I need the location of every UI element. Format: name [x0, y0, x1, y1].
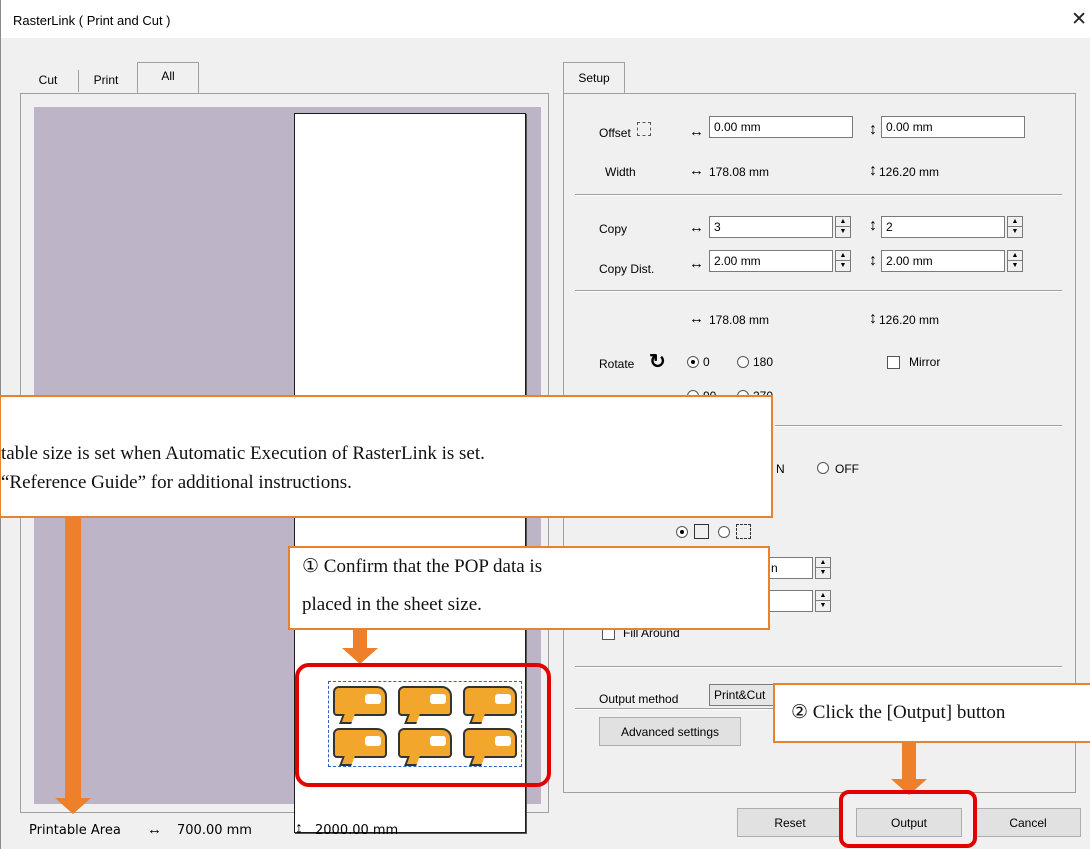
output-method-label: Output method: [599, 692, 679, 706]
output-button-highlight: [839, 790, 977, 848]
off-label: OFF: [835, 462, 859, 476]
note-callout: table size is set when Automatic Executi…: [0, 395, 773, 518]
copy-dist-label: Copy Dist.: [599, 262, 655, 276]
copy-x-field[interactable]: 3: [709, 216, 833, 238]
tab-setup[interactable]: Setup: [563, 62, 625, 94]
spin-down-icon[interactable]: ▼: [836, 261, 850, 271]
printable-x-value: 700.00 mm: [177, 823, 252, 838]
tab-divider: [78, 70, 79, 92]
copy-y-field[interactable]: 2: [881, 216, 1005, 238]
width-x-value: 178.08 mm: [709, 165, 770, 179]
vertical-arrow-icon: ↕: [869, 162, 877, 179]
mark-size-field[interactable]: n: [767, 557, 813, 579]
mirror-label: Mirror: [909, 355, 941, 369]
horizontal-arrow-icon: ↔: [689, 123, 704, 140]
rasterlink-window: RasterLink ( Print and Cut ) ✕ Cut Print…: [0, 0, 1090, 849]
spin-down-icon[interactable]: ▼: [816, 601, 830, 611]
copy-y-stepper[interactable]: ▲ ▼: [1007, 216, 1023, 238]
mark-size-stepper[interactable]: ▲ ▼: [815, 557, 831, 579]
tab-all[interactable]: All: [137, 62, 199, 94]
step1-arrow-shaft: [353, 630, 367, 650]
step2-callout: ② Click the [Output] button: [773, 683, 1090, 743]
spin-up-icon[interactable]: ▲: [1008, 217, 1022, 227]
rotate-icon: ↻: [649, 351, 666, 373]
step2-arrow-shaft: [902, 743, 916, 781]
annotation-arrow-shaft: [65, 515, 81, 800]
horizontal-arrow-icon: ↔: [689, 310, 704, 327]
step1-line-1: ① Confirm that the POP data is: [302, 556, 543, 577]
title-bar: RasterLink ( Print and Cut ) ✕: [1, 0, 1090, 38]
vertical-arrow-icon: ↕: [869, 121, 877, 138]
mark-type-1-icon: [694, 524, 709, 539]
mark-dist-stepper[interactable]: ▲ ▼: [815, 590, 831, 612]
close-icon[interactable]: ✕: [1071, 8, 1087, 31]
horizontal-arrow-icon: ↔: [147, 821, 162, 838]
spin-down-icon[interactable]: ▼: [816, 568, 830, 578]
off-radio[interactable]: [817, 462, 829, 474]
step1-line-2: placed in the sheet size.: [302, 594, 482, 615]
vertical-arrow-icon: ↕: [869, 252, 877, 269]
step1-arrow-head: [342, 648, 378, 664]
annotation-arrow-head: [55, 798, 91, 814]
pop-data-highlight: [295, 663, 551, 787]
divider: [575, 708, 775, 710]
copy-dist-x-field[interactable]: 2.00 mm: [709, 250, 833, 272]
offset-label: Offset: [599, 126, 631, 140]
mark-type-radio-1[interactable]: [676, 526, 688, 538]
spin-up-icon[interactable]: ▲: [816, 558, 830, 568]
offset-x-field[interactable]: 0.00 mm: [709, 116, 853, 138]
mark-dist-field[interactable]: [767, 590, 813, 612]
rotate-label: Rotate: [599, 357, 635, 371]
total-x-value: 178.08 mm: [709, 313, 770, 327]
spin-up-icon[interactable]: ▲: [816, 591, 830, 601]
on-label: N: [776, 462, 785, 476]
printable-y-value: 2000.00 mm: [315, 823, 399, 838]
advanced-settings-button[interactable]: Advanced settings: [599, 717, 741, 746]
width-label: Width: [605, 165, 636, 179]
divider: [575, 290, 1062, 292]
width-y-value: 126.20 mm: [879, 165, 940, 179]
spin-up-icon[interactable]: ▲: [836, 251, 850, 261]
cancel-button[interactable]: Cancel: [975, 808, 1081, 837]
offset-y-field[interactable]: 0.00 mm: [881, 116, 1025, 138]
vertical-arrow-icon: ↕: [869, 217, 877, 234]
printable-area-label: Printable Area: [29, 823, 121, 838]
horizontal-arrow-icon: ↔: [689, 219, 704, 236]
copy-dist-x-stepper[interactable]: ▲ ▼: [835, 250, 851, 272]
rotate-0-label: 0: [703, 355, 710, 369]
rotate-180-radio[interactable]: [737, 356, 749, 368]
divider: [575, 194, 1062, 196]
spin-down-icon[interactable]: ▼: [1008, 227, 1022, 237]
spin-down-icon[interactable]: ▼: [1008, 261, 1022, 271]
note-line-1: table size is set when Automatic Executi…: [1, 443, 485, 464]
horizontal-arrow-icon: ↔: [689, 162, 704, 179]
vertical-arrow-icon: ↕: [295, 820, 303, 837]
copy-dist-y-field[interactable]: 2.00 mm: [881, 250, 1005, 272]
vertical-arrow-icon: ↕: [869, 310, 877, 327]
divider: [575, 666, 1062, 668]
spin-down-icon[interactable]: ▼: [836, 227, 850, 237]
mark-type-2-icon: [736, 524, 751, 539]
window-title: RasterLink ( Print and Cut ): [13, 13, 171, 28]
note-line-2: “Reference Guide” for additional instruc…: [1, 472, 352, 493]
divider: [775, 425, 1062, 427]
tab-print[interactable]: Print: [81, 66, 131, 94]
rotate-0-radio[interactable]: [687, 356, 699, 368]
step2-text: ② Click the [Output] button: [791, 702, 1006, 723]
copy-x-stepper[interactable]: ▲ ▼: [835, 216, 851, 238]
tab-cut[interactable]: Cut: [25, 66, 71, 94]
mirror-checkbox[interactable]: [887, 356, 900, 369]
copy-dist-y-stepper[interactable]: ▲ ▼: [1007, 250, 1023, 272]
spin-up-icon[interactable]: ▲: [836, 217, 850, 227]
total-y-value: 126.20 mm: [879, 313, 940, 327]
step1-callout: ① Confirm that the POP data is placed in…: [288, 546, 770, 630]
mark-type-radio-2[interactable]: [718, 526, 730, 538]
reset-button[interactable]: Reset: [737, 808, 843, 837]
copy-label: Copy: [599, 222, 628, 236]
rotate-180-label: 180: [753, 355, 774, 369]
offset-origin-icon[interactable]: [637, 122, 651, 136]
spin-up-icon[interactable]: ▲: [1008, 251, 1022, 261]
horizontal-arrow-icon: ↔: [689, 255, 704, 272]
